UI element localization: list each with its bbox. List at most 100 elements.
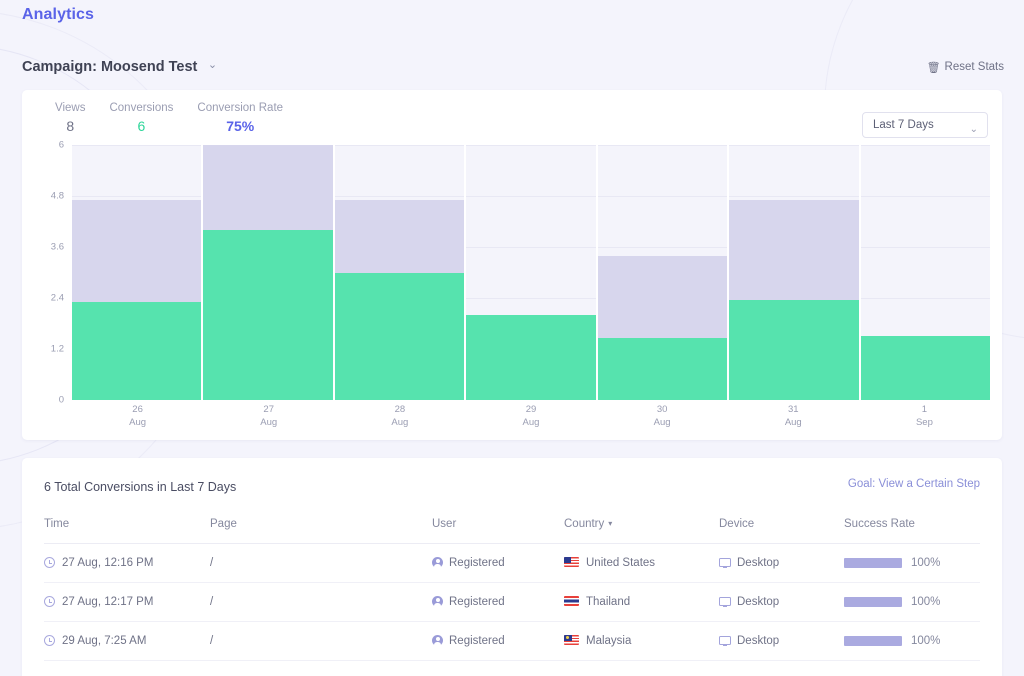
stat-views[interactable]: Views 8 [55,100,85,136]
x-axis-tick-line: Aug [522,417,540,428]
x-axis-tick: 27 Aug [203,403,334,429]
country-flag-icon [564,635,579,645]
success-rate-label: 100% [911,557,941,569]
x-axis-tick-line: Sep [915,417,933,428]
column-header-user[interactable]: User [432,518,564,544]
chart-bar-group[interactable] [466,145,598,400]
cell-user-label: Registered [449,596,505,608]
chart-plot-area [72,145,990,400]
user-icon [432,635,443,646]
y-axis-tick: 6 [58,139,64,151]
country-flag-icon [564,557,579,567]
conversions-table: Time Page User Country ▾ Device Success R… [44,518,980,661]
date-range-value: Last 7 Days [873,119,934,131]
chart-bars [72,145,990,400]
cell-device-label: Desktop [737,596,780,608]
stat-conversion-rate[interactable]: Conversion Rate 75% [197,100,283,136]
conversions-card: 6 Total Conversions in Last 7 Days Goal:… [22,458,1002,676]
conversions-title: 6 Total Conversions in Last 7 Days [44,480,237,494]
x-axis-tick: 31 Aug [728,403,859,429]
user-icon [432,596,443,607]
chart-bar-conversions [466,315,596,400]
column-header-success-rate-label: Success Rate [844,518,915,530]
cell-success-rate: 100% [844,621,980,661]
column-header-time-label: Time [44,518,70,530]
date-range-select[interactable]: Last 7 Days ⌄ [862,112,988,138]
cell-device-label: Desktop [737,635,780,647]
chart-bar-conversions [860,336,990,400]
cell-time: 29 Aug, 7:25 AM [44,621,210,661]
column-header-success-rate[interactable]: Success Rate [844,518,980,544]
goal-link[interactable]: Goal: View a Certain Step [848,478,980,490]
chart-bar-conversions [729,300,859,400]
x-axis-tick-line: 28 [394,404,406,415]
x-axis-tick-line: 27 [263,404,274,415]
cell-time: 27 Aug, 12:16 PM [44,543,210,583]
column-header-country[interactable]: Country ▾ [564,518,719,544]
stat-conversions-label: Conversions [109,102,174,114]
cell-device-label: Desktop [737,557,780,569]
table-row[interactable]: 29 Aug, 7:25 AM / Registered Malaysia Deskto… [44,621,980,661]
chart-bar-conversions [334,272,465,400]
conversions-header: 6 Total Conversions in Last 7 Days Goal:… [44,478,980,496]
cell-country-label: Thailand [586,596,631,608]
clock-icon [44,596,55,607]
column-header-device[interactable]: Device [719,518,844,544]
column-header-time[interactable]: Time [44,518,210,544]
reset-stats-label: Reset Stats [944,61,1004,73]
stat-conversion-rate-value: 75% [226,118,255,134]
table-header-row: Time Page User Country ▾ Device Success R… [44,518,980,544]
chart-bar-conversions [72,302,202,400]
cell-success-rate: 100% [844,543,980,583]
column-header-page-label: Page [210,518,237,530]
stat-conversions[interactable]: Conversions 6 [109,100,173,136]
success-rate-progress-bar [844,558,902,568]
cell-page: / [210,621,432,661]
campaign-name-label[interactable]: Campaign: Moosend Test [22,59,197,75]
chart-x-axis: 26 Aug 27 Aug 28 Aug 29 Aug 30 Aug 31 Aug 1 Sep [72,403,990,429]
cell-user-label: Registered [449,635,505,647]
stat-views-label: Views [55,102,86,114]
table-row[interactable]: 27 Aug, 12:17 PM / Registered Thailand Deskt… [44,582,980,622]
x-axis-tick-line: Aug [260,417,278,428]
cell-time: 27 Aug, 12:17 PM [44,582,210,622]
cell-country: Malaysia [564,621,719,661]
chart-bar-group[interactable] [729,145,861,400]
chart-bar-group[interactable] [597,145,730,400]
trash-icon: 🗑 [926,62,941,74]
clock-icon [44,635,55,646]
x-axis-tick-line: 31 [787,404,799,415]
cell-user: Registered [432,582,564,622]
sort-descending-icon[interactable]: ▾ [608,519,612,528]
chevron-down-icon: ⌄ [969,124,978,135]
y-axis-tick: 1.2 [50,343,64,355]
chart-bar-group[interactable] [334,145,467,400]
column-header-country-label: Country [564,518,605,530]
chevron-down-icon[interactable]: ⌄ [208,60,217,71]
x-axis-tick-line: Aug [653,417,671,428]
y-axis-tick: 0 [58,394,64,406]
stat-conversions-value: 6 [137,118,146,134]
x-axis-tick: 30 Aug [597,403,728,429]
x-axis-tick: 29 Aug [465,403,596,429]
cell-country: United States [564,543,719,583]
chart-bar-group[interactable] [203,145,335,400]
cell-page: / [210,543,432,583]
user-icon [432,557,443,568]
cell-user: Registered [432,543,564,583]
y-axis-tick: 4.8 [50,190,64,202]
y-axis-tick: 3.6 [50,241,64,253]
column-header-page[interactable]: Page [210,518,432,544]
cell-country: Thailand [564,582,719,622]
table-row[interactable]: 27 Aug, 12:16 PM / Registered United States… [44,543,980,583]
cell-success-rate: 100% [844,582,980,622]
x-axis-tick-line: Aug [784,417,802,428]
success-rate-label: 100% [911,635,941,647]
country-flag-icon [564,596,579,606]
cell-country-label: Malaysia [586,635,632,647]
cell-country-label: United States [586,557,656,569]
reset-stats-button[interactable]: 🗑 Reset Stats [927,61,1004,74]
chart-bar-group[interactable] [860,145,990,400]
x-axis-tick-line: Aug [129,417,147,428]
chart-bar-group[interactable] [72,145,204,400]
